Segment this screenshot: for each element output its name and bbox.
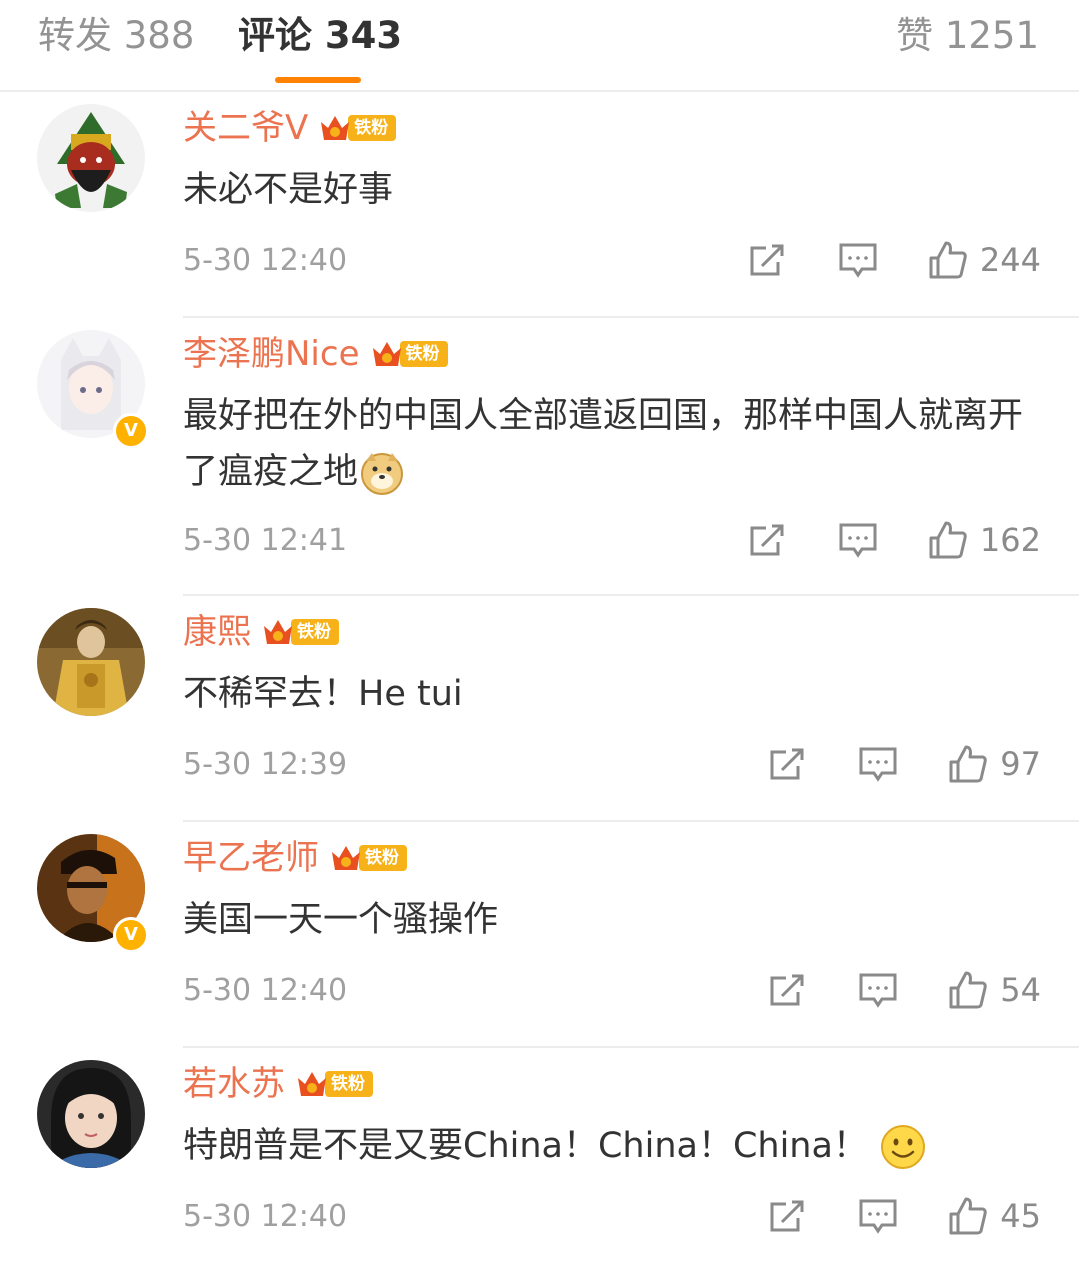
- verified-badge: V: [113, 413, 149, 449]
- comment-text: 特朗普是不是又要China！China！China！: [183, 1118, 1053, 1174]
- comment-text: 美国一天一个骚操作: [183, 900, 499, 940]
- comment-item: 康熙 铁粉 不稀罕去！He tui 5-30 12:39 97: [0, 596, 1079, 822]
- thumbs-up-icon[interactable]: [948, 744, 988, 784]
- badge-label: 铁粉: [359, 845, 407, 871]
- badge-label: 铁粉: [399, 341, 448, 367]
- thumbs-up-icon[interactable]: [928, 520, 968, 560]
- comment-item: 关二爷V 铁粉 未必不是好事 5-30 12:40 244: [0, 92, 1079, 318]
- comment-timestamp: 5-30 12:39: [183, 746, 348, 782]
- comment-item: 若水苏 铁粉 特朗普是不是又要China！China！China！ 5-30 1…: [0, 1048, 1079, 1274]
- comment-timestamp: 5-30 12:40: [183, 242, 348, 278]
- comment-timestamp: 5-30 12:40: [183, 972, 348, 1008]
- active-tab-indicator: [275, 77, 361, 83]
- badge-label: 铁粉: [325, 1071, 373, 1097]
- comment-text: 最好把在外的中国人全部遣返回国，那样中国人就离开了瘟疫之地: [183, 388, 1053, 500]
- crown-icon: [332, 846, 360, 870]
- username[interactable]: 李泽鹏Nice: [183, 332, 360, 376]
- like-count: 54: [1000, 971, 1041, 1009]
- comment-list: 关二爷V 铁粉 未必不是好事 5-30 12:40 244 V 李泽鹏Nice …: [0, 92, 1079, 1274]
- iron-fan-badge: 铁粉: [329, 842, 407, 874]
- comment-icon[interactable]: [858, 970, 898, 1010]
- comment-text: 未必不是好事: [183, 170, 394, 210]
- comment-icon[interactable]: [838, 240, 878, 280]
- comment-tabs-header: 转发 388 评论 343 赞 1251: [0, 0, 1079, 90]
- like-count: 244: [979, 241, 1041, 279]
- crown-icon: [372, 342, 401, 366]
- crown-icon: [298, 1072, 326, 1096]
- tab-comments[interactable]: 评论 343: [238, 14, 402, 58]
- comment-icon[interactable]: [858, 1196, 898, 1236]
- girl-avatar[interactable]: [37, 1060, 145, 1168]
- comment-icon[interactable]: [858, 744, 898, 784]
- thumbs-up-icon[interactable]: [928, 240, 968, 280]
- crown-icon: [321, 116, 350, 140]
- verified-badge: V: [113, 917, 149, 953]
- comment-icon[interactable]: [838, 520, 878, 560]
- comment-timestamp: 5-30 12:41: [183, 522, 348, 558]
- comment-item: V 李泽鹏Nice 铁粉 最好把在外的中国人全部遣返回国，那样中国人就离开了瘟疫…: [0, 318, 1079, 596]
- thumbs-up-icon[interactable]: [948, 1196, 988, 1236]
- badge-label: 铁粉: [348, 115, 397, 141]
- repost-icon[interactable]: [748, 240, 788, 280]
- like-count: 97: [1000, 745, 1041, 783]
- comment-item: V 早乙老师 铁粉 美国一天一个骚操作 5-30 12:40 54: [0, 822, 1079, 1048]
- thumbs-up-icon[interactable]: [948, 970, 988, 1010]
- tab-likes[interactable]: 赞 1251: [896, 14, 1039, 58]
- crown-icon: [264, 620, 292, 644]
- username[interactable]: 若水苏: [183, 1062, 285, 1106]
- comment-timestamp: 5-30 12:40: [183, 1198, 348, 1234]
- username[interactable]: 关二爷V: [183, 106, 308, 150]
- username[interactable]: 康熙: [183, 610, 251, 654]
- repost-icon[interactable]: [768, 970, 808, 1010]
- smile-emoji: [881, 1125, 926, 1169]
- tab-reposts[interactable]: 转发 388: [38, 14, 194, 58]
- repost-icon[interactable]: [748, 520, 788, 560]
- doge-emoji: [361, 453, 404, 495]
- iron-fan-badge: 铁粉: [261, 616, 339, 648]
- repost-icon[interactable]: [768, 1196, 808, 1236]
- badge-label: 铁粉: [291, 619, 339, 645]
- iron-fan-badge: 铁粉: [295, 1068, 373, 1100]
- username[interactable]: 早乙老师: [183, 836, 319, 880]
- emperor-avatar[interactable]: [37, 608, 145, 716]
- comment-text: 不稀罕去！He tui: [183, 674, 463, 714]
- iron-fan-badge: 铁粉: [318, 112, 397, 144]
- guan-yu-avatar[interactable]: [37, 104, 145, 212]
- repost-icon[interactable]: [768, 744, 808, 784]
- like-count: 45: [1000, 1197, 1041, 1235]
- iron-fan-badge: 铁粉: [370, 338, 448, 370]
- like-count: 162: [979, 521, 1041, 559]
